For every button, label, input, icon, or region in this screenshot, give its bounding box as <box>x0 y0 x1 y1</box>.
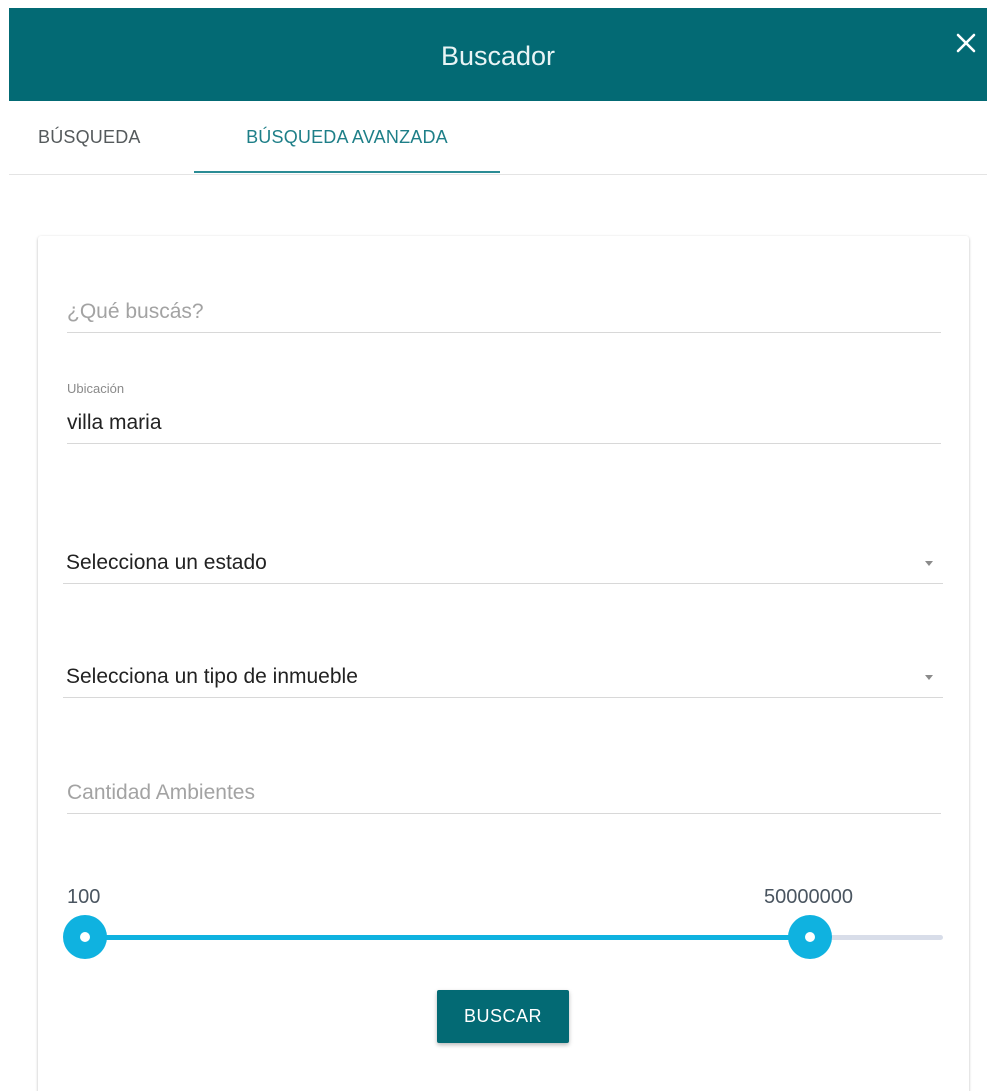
price-range-slider[interactable] <box>63 914 943 960</box>
dropdown-arrow-icon <box>925 561 933 566</box>
estado-select-value: Selecciona un estado <box>66 551 267 574</box>
slider-handle-max[interactable] <box>788 915 832 959</box>
ambientes-input[interactable] <box>67 781 941 805</box>
ubicacion-field: Ubicación <box>67 381 941 444</box>
close-icon[interactable] <box>955 32 977 54</box>
dialog-header: Buscador <box>9 8 987 101</box>
buscar-button[interactable]: BUSCAR <box>437 990 569 1043</box>
tipo-inmueble-select[interactable]: Selecciona un tipo de inmueble <box>63 663 943 698</box>
ubicacion-label: Ubicación <box>67 381 125 396</box>
tipo-inmueble-select-value: Selecciona un tipo de inmueble <box>66 665 358 688</box>
tab-busqueda-avanzada[interactable]: BÚSQUEDA AVANZADA <box>194 101 500 173</box>
search-form-card: Ubicación Selecciona un estado Seleccion… <box>38 236 969 1091</box>
estado-select[interactable]: Selecciona un estado <box>63 549 943 584</box>
ambientes-field <box>67 781 941 814</box>
dialog-title: Buscador <box>440 41 556 71</box>
price-max-label: 50000000 <box>764 886 853 908</box>
query-input[interactable] <box>67 300 941 324</box>
query-field <box>67 300 941 333</box>
price-min-label: 100 <box>67 886 101 908</box>
dropdown-arrow-icon <box>925 675 933 680</box>
tab-bar: BÚSQUEDA BÚSQUEDA AVANZADA <box>9 101 987 175</box>
tab-busqueda[interactable]: BÚSQUEDA <box>38 101 141 173</box>
search-dialog: Buscador BÚSQUEDA BÚSQUEDA AVANZADA Ubic… <box>0 0 987 1091</box>
slider-fill <box>85 935 810 940</box>
ubicacion-input[interactable] <box>67 410 941 436</box>
slider-handle-min[interactable] <box>63 915 107 959</box>
active-tab-indicator <box>194 171 500 173</box>
